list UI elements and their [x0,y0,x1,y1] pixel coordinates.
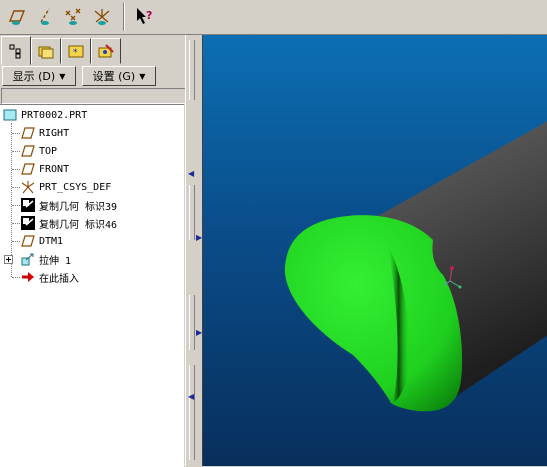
collapse-left-icon[interactable]: ◀ [188,169,194,178]
main-toolbar: ? [0,0,547,35]
tree-item-label: 复制几何 标识46 [39,219,118,231]
connections-tab[interactable] [91,38,121,64]
insert-here-arrow-icon [20,270,36,284]
splitter-grip [189,185,195,240]
chevron-down-icon: ▼ [59,71,66,81]
tree-item-label: PRT_CSYS_DEF [39,181,112,193]
extrude-icon [20,252,36,266]
datum-plane-icon [20,126,36,140]
copy-geometry-icon [20,198,36,212]
tree-filter-bar[interactable] [1,88,186,104]
tree-item-label: RIGHT [39,127,70,139]
settings-menu-label: 设置 (G) [92,70,136,83]
datum-plane-icon [20,144,36,158]
tree-item-label: 复制几何 标识39 [39,201,118,213]
navigator-menu-bar: 显示 (D) ▼ 设置 (G) ▼ [0,65,188,87]
datum-point-display-icon[interactable] [61,4,85,28]
tree-root-label: PRT0002.PRT [21,109,88,121]
display-menu-button[interactable]: 显示 (D) ▼ [2,66,76,86]
navigator-panel: * 显示 (D) ▼ 设置 (G) ▼ PRT0002.PRT RIGHT TO… [0,35,188,467]
tree-item-label: FRONT [39,163,70,175]
model-tree-tab[interactable] [1,36,31,65]
navigator-tabs: * [0,35,188,65]
model-render [284,121,547,412]
settings-menu-button[interactable]: 设置 (G) ▼ [82,66,156,86]
tree-item-copy-geometry-39[interactable]: 复制几何 标识39 [20,197,117,213]
folder-browser-tab[interactable] [31,38,61,64]
toolbar-separator [123,3,125,31]
tree-item-extrude-1[interactable]: 拉伸 1 [20,251,71,267]
expand-toggle[interactable] [4,251,13,267]
splitter-grip [189,365,195,460]
datum-plane-icon [20,162,36,176]
tree-item-top[interactable]: TOP [20,143,57,159]
graphics-viewport[interactable] [202,35,547,466]
collapse-left-icon[interactable]: ◀ [188,392,194,401]
coordinate-system-icon [20,180,36,194]
model-tree: PRT0002.PRT RIGHT TOP FRONT PRT_CSYS_DEF… [0,104,184,467]
copy-geometry-icon [20,216,36,230]
context-help-icon[interactable]: ? [132,4,156,28]
tree-item-front[interactable]: FRONT [20,161,69,177]
tree-item-label: 拉伸 1 [39,255,72,267]
favorites-tab[interactable]: * [61,38,91,64]
datum-plane-icon [20,234,36,248]
part-icon [2,108,18,122]
tree-item-right[interactable]: RIGHT [20,125,69,141]
coordinate-system-display-icon[interactable] [90,4,114,28]
tree-item-label: 在此插入 [39,273,79,285]
tree-item-label: TOP [39,145,58,157]
splitter-grip [189,40,195,100]
display-menu-label: 显示 (D) [12,70,56,83]
tree-item-csys[interactable]: PRT_CSYS_DEF [20,179,111,195]
tree-item-insert-here[interactable]: 在此插入 [20,269,79,285]
datum-axis-display-icon[interactable] [33,4,57,28]
datum-plane-display-icon[interactable] [4,4,28,28]
tree-item-copy-geometry-46[interactable]: 复制几何 标识46 [20,215,117,231]
svg-text:?: ? [146,9,152,22]
tree-item-dtm1[interactable]: DTM1 [20,233,63,249]
tree-root[interactable]: PRT0002.PRT [2,107,87,123]
svg-text:*: * [73,48,78,58]
splitter-grip [189,295,195,350]
tree-item-label: DTM1 [39,235,64,247]
chevron-down-icon: ▼ [139,71,146,81]
panel-splitter[interactable]: ◀ ◀ ▶ ▶ [185,35,202,466]
